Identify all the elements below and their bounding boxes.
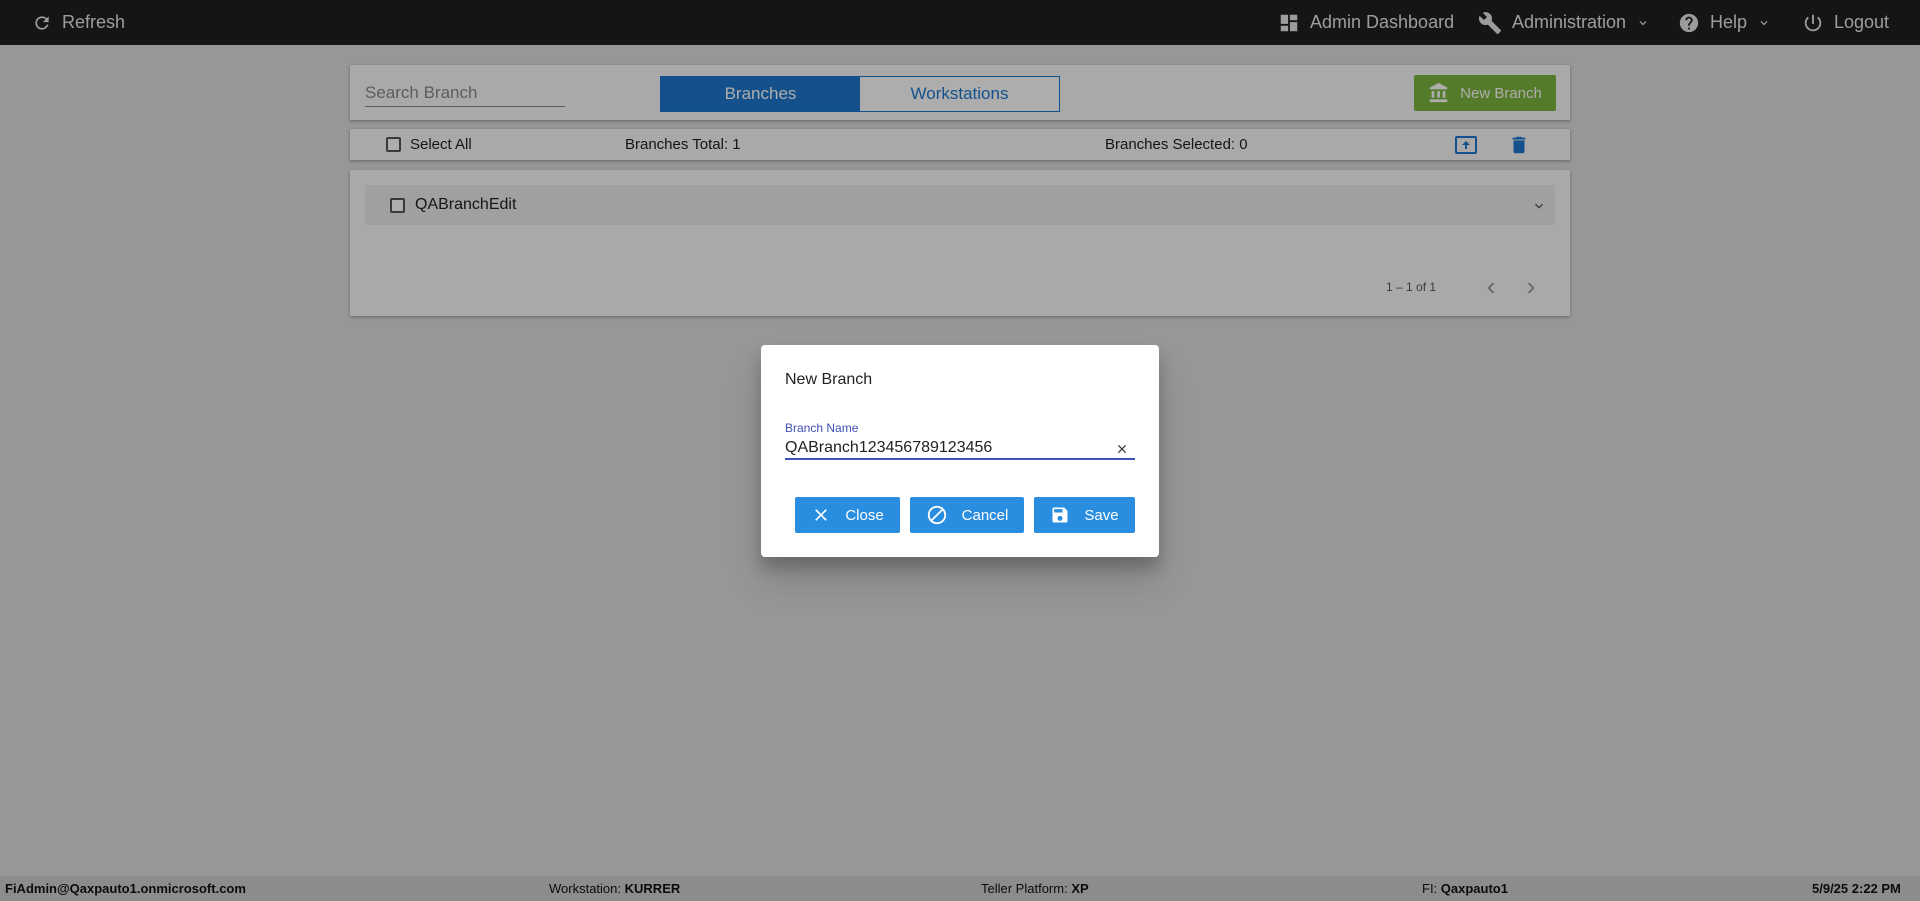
block-icon [927, 505, 946, 525]
save-button[interactable]: Save [1034, 497, 1135, 533]
floppy-icon [1052, 507, 1068, 523]
close-icon [815, 509, 828, 521]
branch-name-label: Branch Name [785, 421, 859, 435]
close-label: Close [845, 506, 884, 524]
cancel-label: Cancel [961, 506, 1009, 524]
clear-input-icon[interactable] [1115, 442, 1129, 456]
dialog-title: New Branch [785, 371, 873, 388]
close-button[interactable]: Close [795, 497, 900, 533]
cancel-button[interactable]: Cancel [910, 497, 1024, 533]
branch-name-input[interactable] [785, 438, 1135, 460]
save-label: Save [1084, 506, 1119, 524]
new-branch-dialog: New Branch Branch Name Close Cancel Save [761, 345, 1159, 557]
